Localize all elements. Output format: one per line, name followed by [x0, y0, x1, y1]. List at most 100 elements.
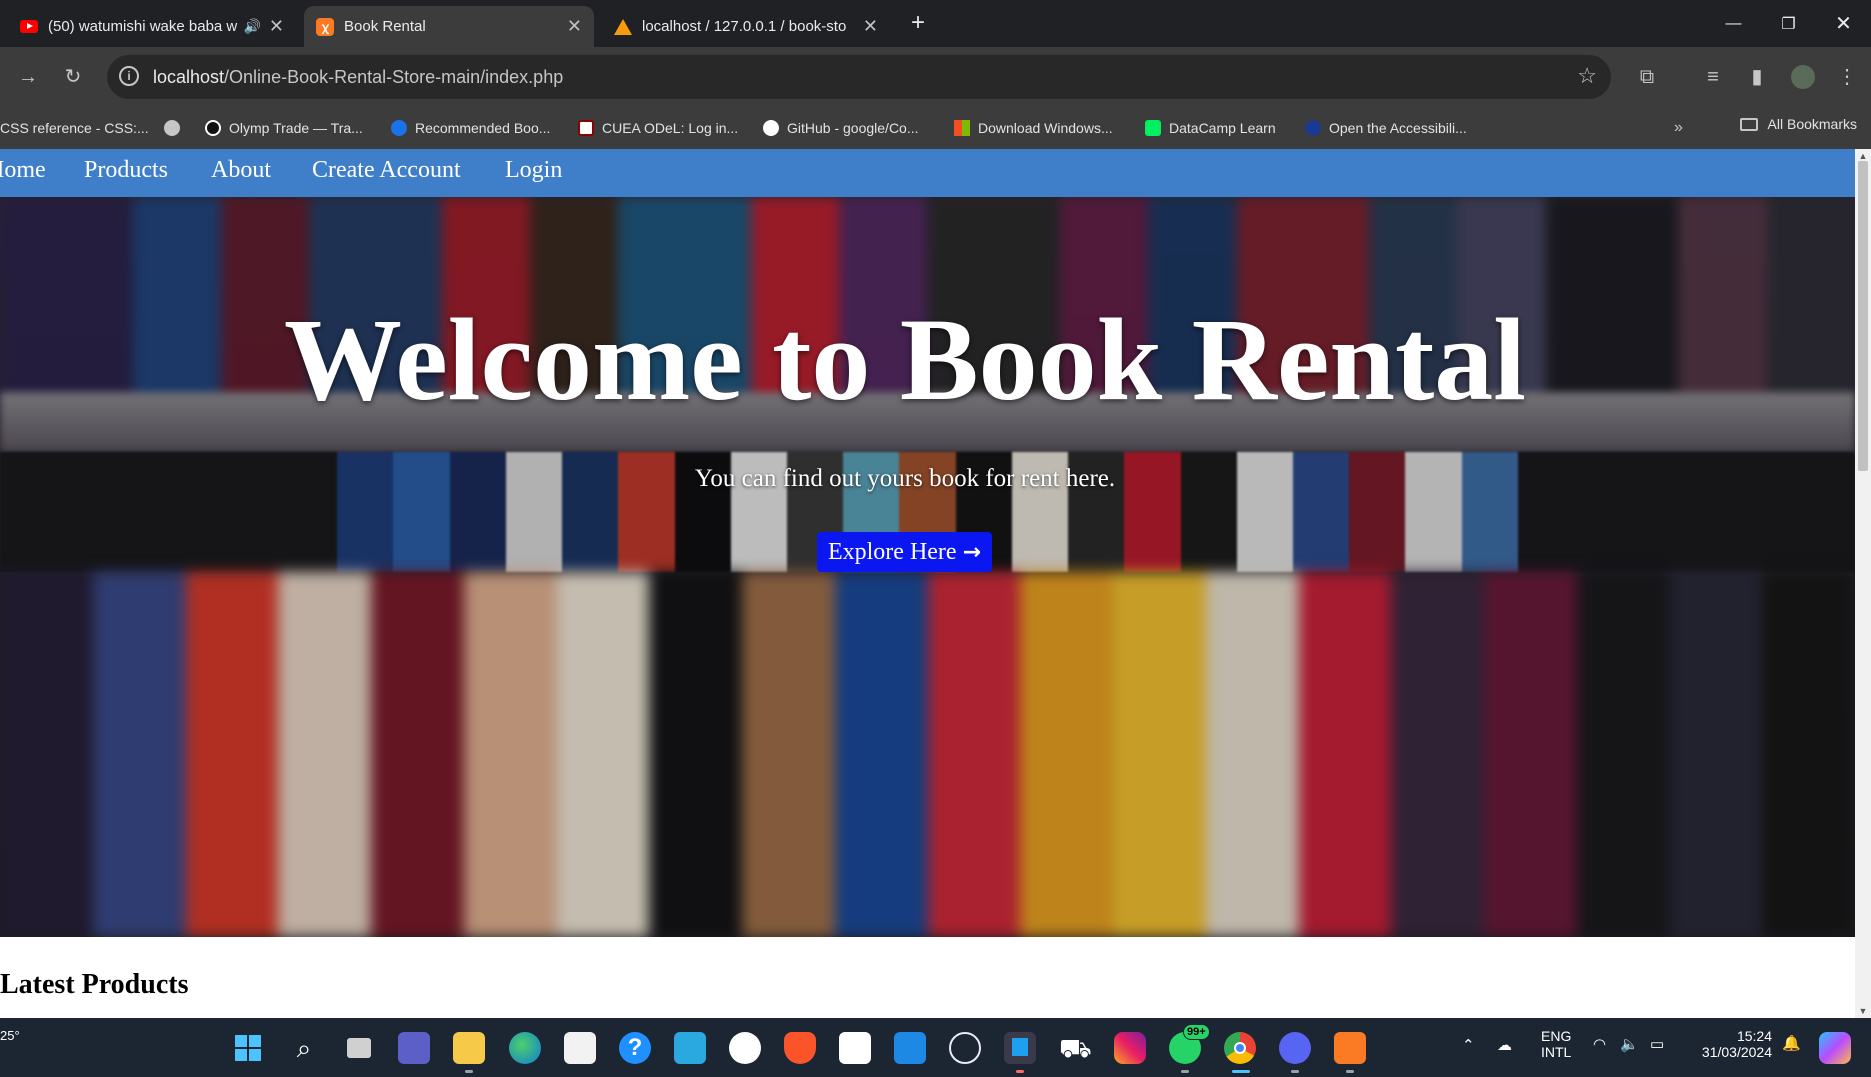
menu-icon[interactable]: ⋮ [1831, 61, 1863, 93]
folder-icon [1739, 117, 1758, 131]
address-bar[interactable]: i localhost/Online-Book-Rental-Store-mai… [107, 55, 1611, 99]
task-view-icon[interactable] [343, 1032, 375, 1064]
scrollbar-thumb[interactable] [1858, 161, 1868, 471]
car-icon[interactable]: ⛟ [1059, 1032, 1092, 1064]
nav-create-account[interactable]: Create Account [312, 157, 461, 184]
running-indicator [1016, 1070, 1024, 1073]
page-content: Home Products About Create Account Login… [0, 149, 1855, 1018]
site-info-icon[interactable]: i [119, 66, 139, 86]
whatsapp-badge: 99+ [1183, 1024, 1210, 1040]
url-text[interactable]: localhost/Online-Book-Rental-Store-main/… [153, 67, 563, 88]
tab-book-rental[interactable]: ꭓ Book Rental ✕ [304, 6, 594, 47]
media-controls-icon[interactable]: ≡ [1697, 61, 1729, 93]
discord-icon[interactable] [1279, 1032, 1311, 1064]
bookmark-accessibility[interactable]: Open the Accessibili... [1305, 116, 1467, 140]
side-panel-icon[interactable]: ▮ [1741, 61, 1773, 93]
clock[interactable]: 15:24 31/03/2024 [1694, 1028, 1772, 1060]
myhp-icon[interactable] [674, 1032, 706, 1064]
tab-strip: (50) watumishi wake baba w 🔊 ✕ ꭓ Book Re… [0, 0, 1871, 47]
battery-icon[interactable]: ▭ [1650, 1035, 1664, 1053]
all-bookmarks-button[interactable]: All Bookmarks [1739, 116, 1857, 132]
edge-icon[interactable] [509, 1032, 541, 1064]
close-tab-icon[interactable]: ✕ [863, 16, 878, 37]
running-indicator [1232, 1070, 1250, 1073]
xampp-icon: ꭓ [316, 17, 334, 36]
latest-products-heading: Latest Products [0, 969, 189, 1000]
running-indicator [465, 1070, 473, 1073]
vscode-icon[interactable] [894, 1032, 926, 1064]
tab-youtube[interactable]: (50) watumishi wake baba w 🔊 ✕ [8, 6, 296, 47]
reload-icon[interactable]: ↻ [57, 61, 89, 93]
tab-phpmyadmin[interactable]: localhost / 127.0.0.1 / book-sto ✕ [602, 6, 890, 47]
hero-title: Welcome to Book Rental [283, 294, 1527, 425]
language-indicator[interactable]: ENG INTL [1541, 1028, 1571, 1060]
help-icon[interactable]: ? [619, 1032, 651, 1064]
close-tab-icon[interactable]: ✕ [567, 16, 582, 37]
bookmarks-bar: CSS reference - CSS:... Olymp Trade — Tr… [0, 107, 1871, 150]
nav-about[interactable]: About [211, 157, 271, 184]
new-tab-button[interactable]: + [903, 8, 933, 38]
bookmark-datacamp[interactable]: DataCamp Learn [1145, 116, 1276, 140]
explore-button[interactable]: Explore Here → [817, 532, 992, 572]
restore-icon[interactable]: ❐ [1761, 0, 1816, 47]
github-icon [763, 120, 779, 136]
start-icon[interactable] [232, 1032, 264, 1064]
bookmark-css-reference[interactable]: CSS reference - CSS:... [0, 116, 149, 140]
bookmark-star-icon[interactable]: ☆ [1577, 63, 1597, 89]
teams-icon[interactable] [398, 1032, 430, 1064]
copilot-icon[interactable] [1819, 1032, 1851, 1064]
close-tab-icon[interactable]: ✕ [269, 16, 284, 37]
phpmyadmin-icon [614, 18, 632, 35]
speaker-icon[interactable]: 🔊 [243, 18, 260, 35]
r-app-icon[interactable] [839, 1032, 871, 1064]
whatsapp-icon[interactable]: 99+ [1169, 1024, 1210, 1064]
nav-products[interactable]: Products [84, 157, 168, 184]
bookmark-cuea[interactable]: CUEA ODeL: Log in... [578, 116, 738, 140]
hero-banner: Welcome to Book Rental You can find out … [0, 197, 1855, 937]
globe-icon [164, 120, 180, 136]
xampp-control-icon[interactable] [1334, 1032, 1366, 1064]
bookmark-recommended[interactable]: Recommended Boo... [391, 116, 550, 140]
profile-avatar[interactable] [1787, 61, 1819, 93]
bookmark-download-windows[interactable]: Download Windows... [954, 116, 1113, 140]
notification-bell-icon[interactable]: 🔔 [1782, 1034, 1801, 1052]
onedrive-icon[interactable]: ☁ [1497, 1036, 1512, 1054]
close-window-icon[interactable]: ✕ [1816, 0, 1871, 47]
tab-title: localhost / 127.0.0.1 / book-sto [642, 18, 847, 35]
bookmark-globe[interactable] [164, 116, 188, 140]
brave-icon[interactable] [784, 1032, 816, 1064]
accessibility-icon [1305, 120, 1321, 136]
weather-widget[interactable]: 25° [0, 1028, 20, 1043]
nav-login[interactable]: Login [505, 157, 562, 184]
arrow-right-icon: → [962, 539, 982, 565]
explore-button-label: Explore Here [827, 538, 957, 565]
instagram-icon[interactable] [1114, 1032, 1146, 1064]
datacamp-icon [1145, 120, 1161, 136]
tab-title: Book Rental [344, 18, 426, 35]
nav-home[interactable]: Home [0, 157, 46, 184]
app-store-icon[interactable] [729, 1032, 761, 1064]
file-explorer-icon[interactable] [453, 1032, 485, 1064]
browser-toolbar: → ↻ i localhost/Online-Book-Rental-Store… [0, 47, 1871, 107]
hero-subtitle: You can find out yours book for rent her… [694, 465, 1116, 492]
volume-icon[interactable]: 🔈 [1620, 1035, 1639, 1053]
scroll-down-icon[interactable]: ▼ [1855, 1006, 1871, 1016]
search-icon[interactable]: ⌕ [288, 1032, 320, 1064]
scroll-up-icon[interactable]: ▲ [1855, 151, 1871, 161]
bookmark-github[interactable]: GitHub - google/Co... [763, 116, 919, 140]
forward-icon[interactable]: → [12, 61, 44, 93]
bookmark-olymp-trade[interactable]: Olymp Trade — Tra... [205, 116, 363, 140]
xampp-window-icon[interactable] [1004, 1032, 1036, 1064]
microsoft-store-icon[interactable] [564, 1032, 596, 1064]
extensions-icon[interactable]: ⧉ [1631, 61, 1663, 93]
more-bookmarks-icon[interactable]: » [1674, 116, 1683, 140]
minimize-icon[interactable]: — [1706, 0, 1761, 47]
site-navbar: Home Products About Create Account Login [0, 149, 1855, 197]
running-indicator [1181, 1070, 1189, 1073]
page-scrollbar[interactable]: ▲ ▼ [1855, 149, 1871, 1018]
chrome-icon[interactable] [1224, 1032, 1256, 1064]
show-hidden-icons[interactable]: ⌃ [1462, 1036, 1475, 1054]
wifi-icon[interactable]: ◠ [1593, 1035, 1606, 1053]
chatgpt-icon[interactable] [949, 1032, 981, 1064]
youtube-icon [20, 20, 38, 33]
